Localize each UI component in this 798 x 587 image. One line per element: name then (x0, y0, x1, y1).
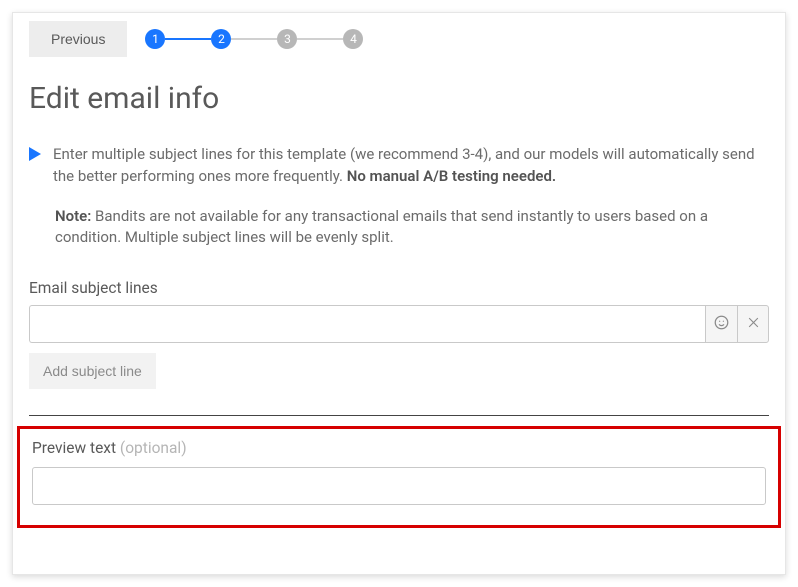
section-divider (29, 415, 769, 416)
preview-text-optional: (optional) (120, 439, 187, 457)
topbar: Previous 1 2 3 4 (13, 13, 785, 57)
edit-email-card: Previous 1 2 3 4 Edit email info Enter m… (12, 12, 786, 575)
previous-button[interactable]: Previous (29, 21, 127, 57)
step-4[interactable]: 4 (343, 29, 363, 49)
subject-row (29, 305, 769, 343)
subject-input[interactable] (29, 305, 705, 343)
preview-text-label-main: Preview text (32, 439, 120, 457)
page-title: Edit email info (29, 81, 785, 116)
step-3[interactable]: 3 (277, 29, 297, 49)
info-row: Enter multiple subject lines for this te… (13, 144, 785, 188)
step-line-1-2 (165, 38, 211, 40)
preview-text-input[interactable] (32, 467, 766, 505)
step-2[interactable]: 2 (211, 29, 231, 49)
note-label: Note: (55, 207, 91, 225)
info-text: Enter multiple subject lines for this te… (53, 144, 759, 188)
subject-lines-label: Email subject lines (29, 279, 785, 297)
preview-text-highlight: Preview text (optional) (17, 426, 781, 528)
step-line-3-4 (297, 38, 343, 40)
disclosure-triangle-icon[interactable] (29, 146, 41, 165)
info-text-bold: No manual A/B testing needed. (347, 167, 556, 185)
note-text: Bandits are not available for any transa… (55, 207, 708, 247)
emoji-button[interactable] (705, 305, 737, 343)
step-line-2-3 (231, 38, 277, 40)
close-icon (747, 315, 760, 333)
smile-icon (714, 315, 729, 334)
remove-subject-button[interactable] (737, 305, 769, 343)
preview-text-label: Preview text (optional) (32, 439, 766, 457)
note-block: Note: Bandits are not available for any … (55, 206, 759, 250)
step-1[interactable]: 1 (145, 29, 165, 49)
add-subject-line-button[interactable]: Add subject line (29, 353, 156, 389)
stepper: 1 2 3 4 (145, 29, 363, 49)
